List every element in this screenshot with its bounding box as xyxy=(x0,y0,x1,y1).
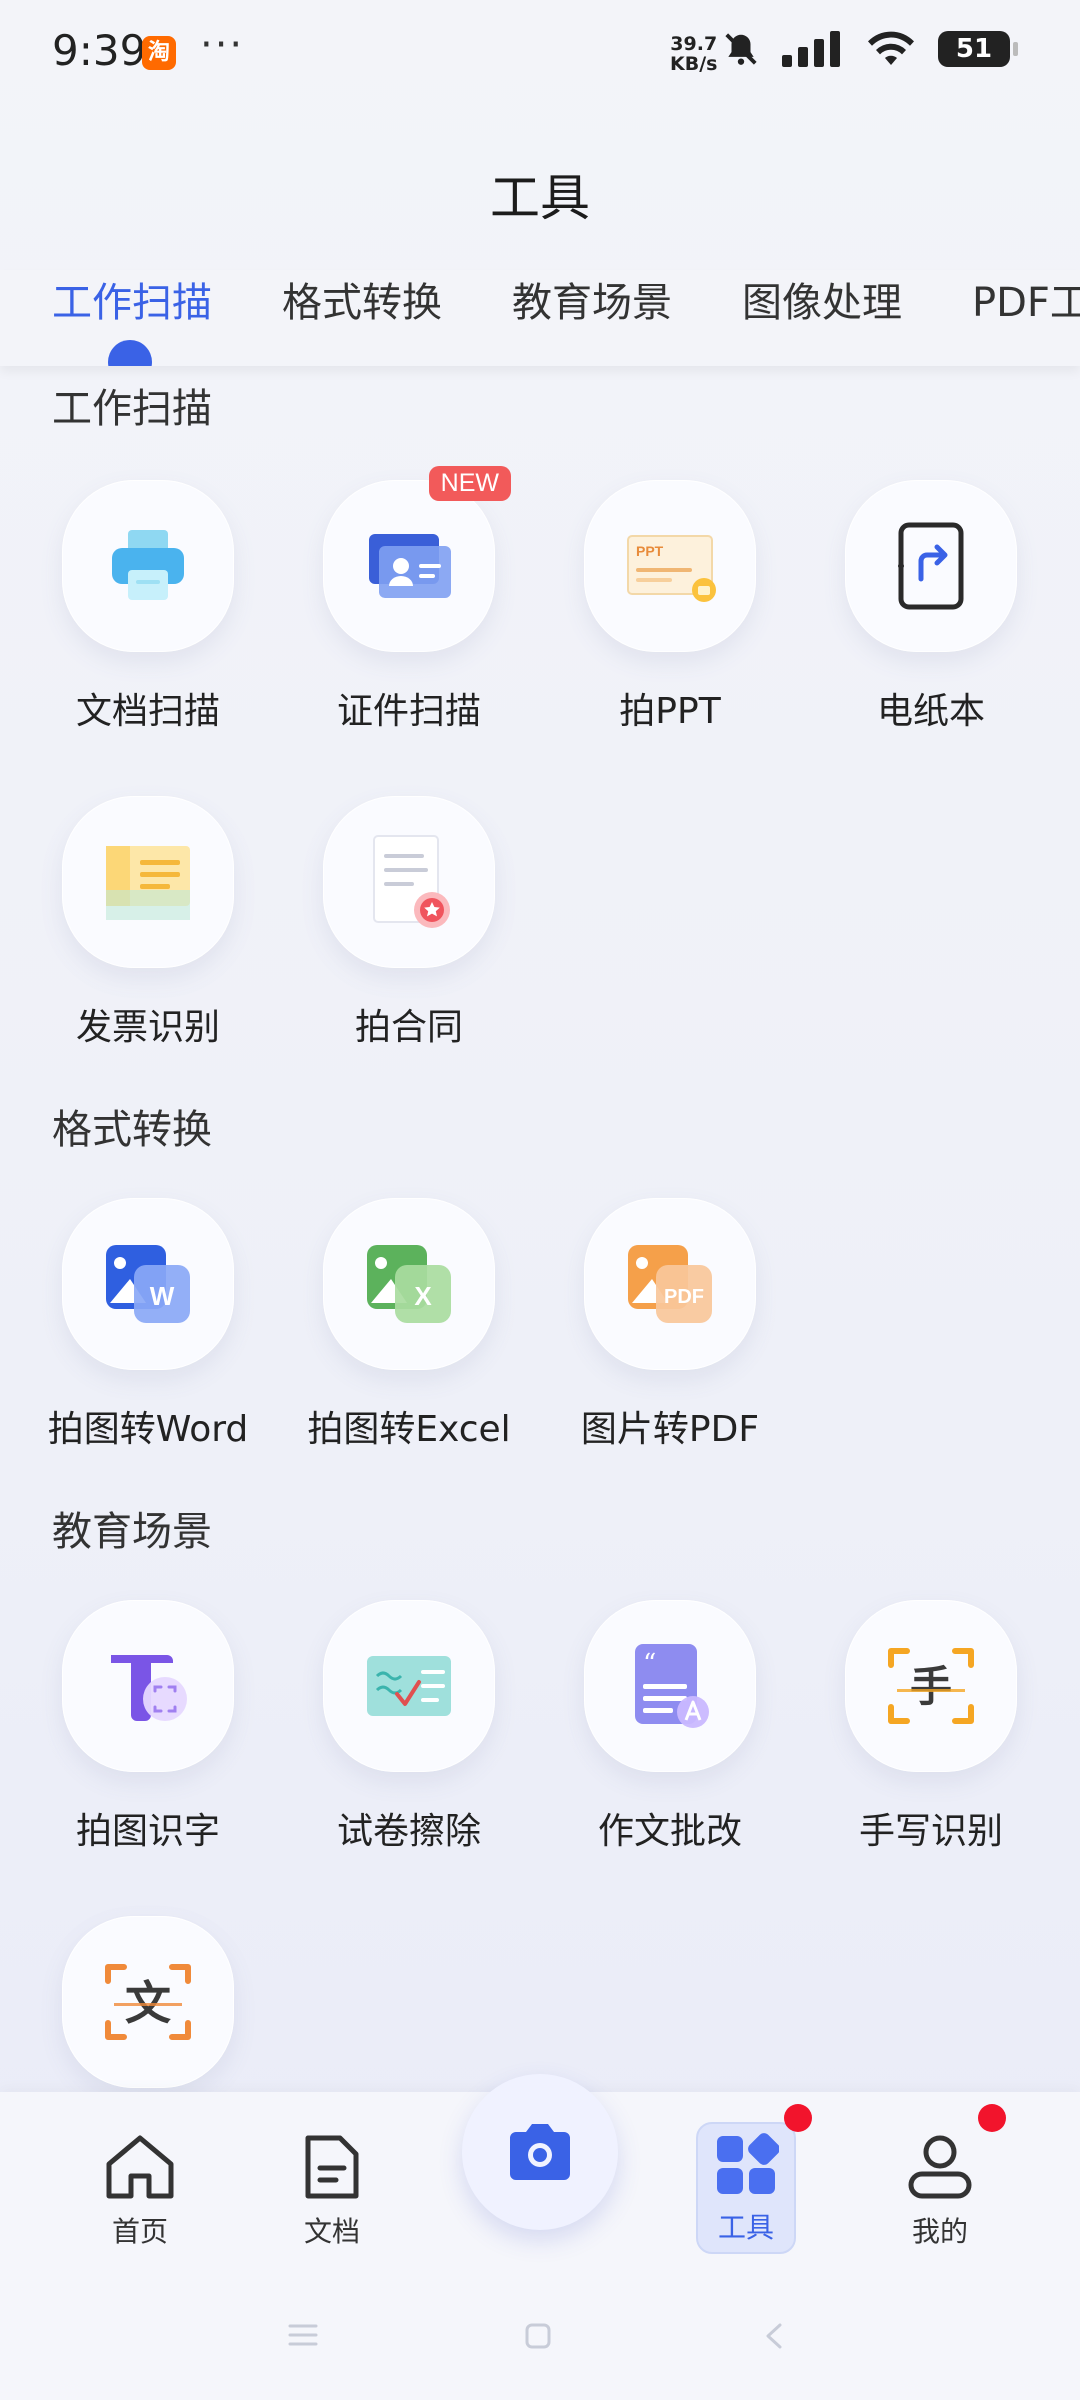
active-tab-indicator xyxy=(108,340,152,366)
tool-label: 拍合同 xyxy=(354,1007,463,1048)
handwriting-icon-text: 手 xyxy=(910,1662,952,1711)
tool-ppt-capture[interactable]: PPT 拍PPT xyxy=(550,480,790,734)
tool-label: 电纸本 xyxy=(876,691,985,732)
system-navigation-bar xyxy=(0,2322,1080,2362)
handwriting-icon: 手 xyxy=(888,1648,974,1724)
battery-icon: 51 xyxy=(938,31,1018,67)
category-tab-bar: 工作扫描 格式转换 教育场景 图像处理 PDF工 xyxy=(0,270,1080,366)
tool-label: 试卷擦除 xyxy=(336,1811,481,1852)
translate-icon: 文 xyxy=(105,1964,191,2040)
tool-contract-capture[interactable]: 拍合同 xyxy=(289,796,529,1050)
document-icon xyxy=(305,2135,359,2199)
more-notifications-icon: ··· xyxy=(200,22,245,68)
page-title: 工具 xyxy=(490,169,590,227)
camera-button[interactable] xyxy=(462,2074,618,2230)
section-title-format-convert: 格式转换 xyxy=(52,1107,212,1153)
id-card-icon xyxy=(369,534,451,598)
tablet-icon xyxy=(898,522,964,610)
section-title-work-scan: 工作扫描 xyxy=(52,386,212,432)
network-speed: 39.7 KB/s xyxy=(670,34,717,74)
tool-label: 拍图转Word xyxy=(47,1409,249,1450)
tab-pdf-tools[interactable]: PDF工 xyxy=(972,270,1080,328)
pdf-icon: PDF xyxy=(628,1245,712,1323)
tool-id-scan[interactable]: NEW 证件扫描 xyxy=(289,466,529,734)
status-time: 9:39 xyxy=(52,26,147,75)
tool-document-scan[interactable]: 文档扫描 xyxy=(28,480,268,734)
exam-erase-icon xyxy=(367,1656,451,1716)
nav-home[interactable]: 首页 xyxy=(80,2132,200,2250)
net-speed-value: 39.7 xyxy=(670,33,718,55)
bell-muted-icon xyxy=(725,33,757,65)
tool-invoice-recognition[interactable]: 发票识别 xyxy=(28,796,268,1050)
menu-icon[interactable] xyxy=(288,2322,318,2348)
tab-image-processing[interactable]: 图像处理 xyxy=(742,270,902,328)
essay-correction-icon: “ xyxy=(635,1644,709,1728)
tab-work-scan[interactable]: 工作扫描 xyxy=(52,270,212,328)
tools-grid-icon xyxy=(717,2133,780,2194)
word-icon: W xyxy=(106,1245,190,1323)
tool-exam-erase[interactable]: 试卷擦除 xyxy=(289,1600,529,1854)
nav-label: 工具 xyxy=(717,2211,774,2244)
tools-notification-dot xyxy=(784,2104,812,2132)
excel-icon-text: X xyxy=(414,1281,432,1311)
ppt-icon: PPT xyxy=(627,535,716,602)
printer-icon xyxy=(112,530,184,600)
net-speed-unit: KB/s xyxy=(670,53,718,75)
word-icon-text: W xyxy=(150,1281,175,1311)
nav-tools[interactable]: 工具 xyxy=(686,2132,806,2246)
nav-label: 首页 xyxy=(111,2215,168,2248)
camera-icon xyxy=(510,2124,570,2180)
user-icon xyxy=(908,2135,972,2199)
taobao-notification-icon: 淘 xyxy=(142,36,176,70)
status-bar: 9:39 淘 ··· 39.7 KB/s 51 xyxy=(0,0,1080,110)
tool-translate[interactable]: 文 xyxy=(28,1916,268,2088)
new-badge: NEW xyxy=(428,466,511,501)
tab-format-convert[interactable]: 格式转换 xyxy=(282,270,442,328)
text-recognition-icon xyxy=(111,1655,187,1721)
nav-label: 文档 xyxy=(303,2215,360,2248)
tab-education[interactable]: 教育场景 xyxy=(512,270,672,328)
tool-label: 拍PPT xyxy=(619,691,721,732)
status-icons: 51 xyxy=(722,30,1018,68)
tool-photo-text-recognition[interactable]: 拍图识字 xyxy=(28,1600,268,1854)
tool-label: 拍图识字 xyxy=(75,1811,220,1852)
nav-label: 我的 xyxy=(911,2215,968,2248)
tool-label: 手写识别 xyxy=(858,1811,1003,1852)
tool-label: 图片转PDF xyxy=(580,1409,760,1450)
tool-label: 发票识别 xyxy=(75,1007,220,1048)
tool-handwriting-recognition[interactable]: 手 手写识别 xyxy=(811,1600,1051,1854)
signal-icon xyxy=(782,31,840,67)
back-icon[interactable] xyxy=(762,2322,786,2350)
invoice-icon xyxy=(106,846,190,920)
tool-label: 文档扫描 xyxy=(75,691,220,732)
excel-icon: X xyxy=(367,1245,451,1323)
contract-icon xyxy=(373,835,450,928)
tool-photo-to-excel[interactable]: X 拍图转Excel xyxy=(289,1198,529,1452)
home-icon xyxy=(106,2135,174,2199)
wifi-icon xyxy=(868,31,914,65)
tool-label: 作文批改 xyxy=(597,1811,742,1852)
svg-text:“: “ xyxy=(643,1649,656,1679)
tool-photo-to-word[interactable]: W 拍图转Word xyxy=(28,1198,268,1452)
nav-documents[interactable]: 文档 xyxy=(272,2132,392,2250)
tool-e-paper-notebook[interactable]: 电纸本 xyxy=(811,480,1051,734)
ppt-icon-text: PPT xyxy=(636,543,664,559)
pdf-icon-text: PDF xyxy=(664,1286,704,1308)
home-square-icon[interactable] xyxy=(524,2322,552,2350)
nav-profile[interactable]: 我的 xyxy=(880,2132,1000,2250)
tool-essay-correction[interactable]: “ 作文批改 xyxy=(550,1600,790,1854)
profile-notification-dot xyxy=(978,2104,1006,2132)
tool-label: 证件扫描 xyxy=(336,691,481,732)
tool-label: 拍图转Excel xyxy=(307,1409,511,1450)
tool-image-to-pdf[interactable]: PDF 图片转PDF xyxy=(550,1198,790,1452)
section-title-education: 教育场景 xyxy=(52,1509,212,1555)
